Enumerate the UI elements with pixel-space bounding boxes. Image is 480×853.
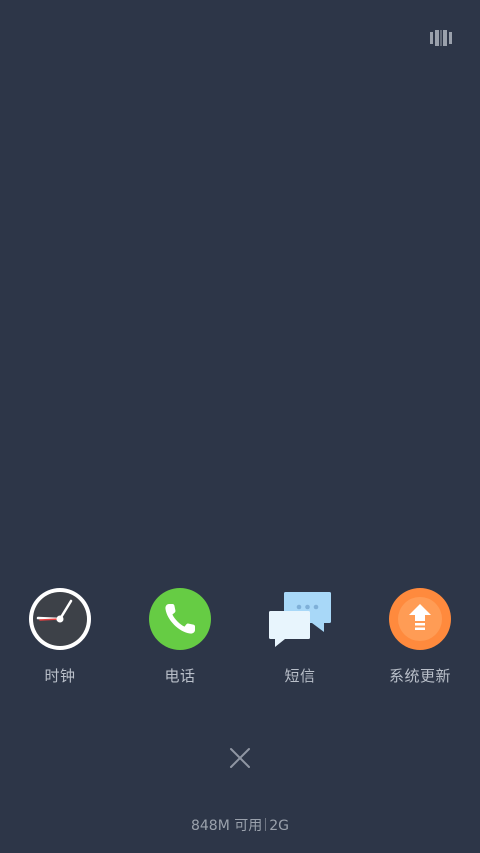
card-view-toggle[interactable] <box>430 30 452 46</box>
memory-total: 2G <box>269 818 290 834</box>
app-clock[interactable]: 时钟 <box>0 587 120 697</box>
app-phone[interactable]: 电话 <box>120 587 240 697</box>
memory-status: 848M 可用 2G <box>0 815 480 835</box>
memory-separator <box>265 818 267 831</box>
clock-icon <box>28 587 92 651</box>
system-update-icon <box>388 587 452 651</box>
app-system-update[interactable]: 系统更新 <box>360 587 480 697</box>
app-label: 电话 <box>164 667 196 685</box>
app-label: 短信 <box>284 667 316 685</box>
card-view-icon <box>430 30 452 46</box>
app-messages[interactable]: 短信 <box>240 587 360 697</box>
phone-icon <box>148 587 212 651</box>
message-icon <box>268 587 332 651</box>
app-label: 时钟 <box>44 667 76 685</box>
app-label: 系统更新 <box>388 667 451 685</box>
recent-apps-dock: 时钟 电话 短信 系统更新 <box>0 587 480 697</box>
clear-all-button[interactable] <box>226 744 254 772</box>
memory-available: 848M 可用 <box>190 818 263 834</box>
close-icon <box>230 748 250 768</box>
